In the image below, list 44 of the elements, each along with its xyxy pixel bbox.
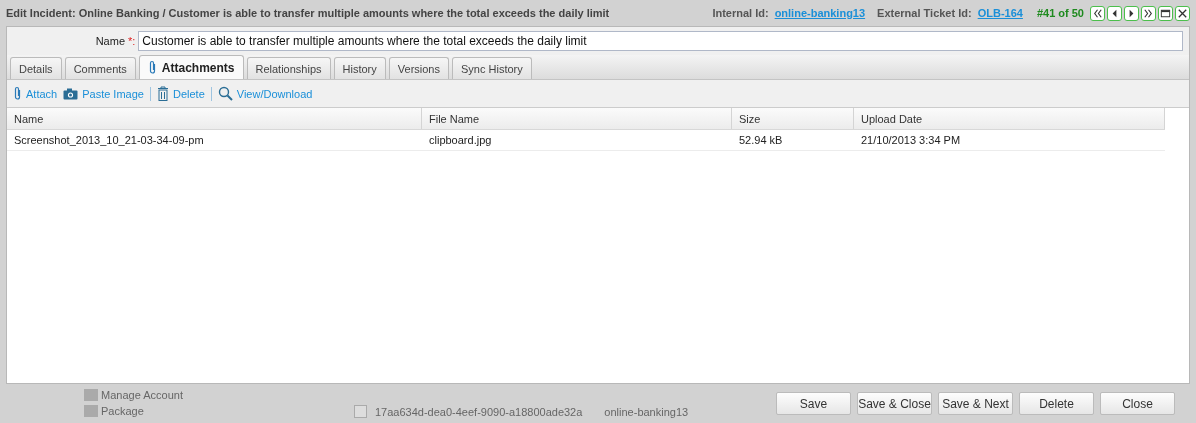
- column-header[interactable]: Name: [7, 108, 422, 129]
- column-header[interactable]: Size: [732, 108, 854, 129]
- tab[interactable]: Relationships: [246, 57, 331, 79]
- table-cell: online-banking13: [604, 405, 689, 418]
- tree-item: Manage Account: [101, 389, 183, 401]
- external-id-label: External Ticket Id:: [877, 7, 972, 19]
- tab[interactable]: History: [333, 57, 386, 79]
- paperclip-icon: [147, 60, 157, 75]
- folder-icon: [84, 389, 98, 401]
- folder-icon: [84, 405, 98, 417]
- dialog-button[interactable]: Save & Next: [938, 392, 1013, 415]
- tab[interactable]: Attachments: [138, 55, 244, 79]
- dialog-button[interactable]: Delete: [1019, 392, 1094, 415]
- paperclip-icon: [13, 86, 22, 101]
- table-cell: 52.94 kB: [732, 130, 854, 151]
- tab[interactable]: Comments: [64, 57, 136, 79]
- tab[interactable]: Sync History: [452, 57, 532, 79]
- required-mark: *:: [128, 35, 136, 47]
- first-page-icon[interactable]: [1090, 5, 1105, 21]
- previous-icon[interactable]: [1107, 5, 1122, 21]
- tab[interactable]: Details: [10, 57, 62, 79]
- dialog-button[interactable]: Close: [1100, 392, 1175, 415]
- internal-id-label: Internal Id:: [712, 7, 769, 19]
- name-field[interactable]: Customer is able to transfer multiple amounts where the total exceeds the daily limit: [138, 31, 1183, 51]
- table-cell: 21/10/2013 3:34 PM: [854, 130, 1165, 151]
- record-position: #41 of 50: [1036, 7, 1084, 19]
- next-icon[interactable]: [1124, 5, 1139, 21]
- table-cell: 17aa634d-dea0-4eef-9090-a18800ade32a: [375, 405, 583, 418]
- table-cell: Screenshot_2013_10_21-03-34-09-pm: [7, 130, 422, 151]
- name-label: Name: [94, 35, 125, 47]
- table-cell: clipboard.jpg: [422, 130, 732, 151]
- dialog-title: Edit Incident: Online Banking / Customer is able to transfer multiple amounts where the total exceeds the daily limit: [6, 7, 610, 19]
- last-page-icon[interactable]: [1141, 5, 1156, 21]
- trash-icon: [156, 86, 169, 101]
- dialog-button[interactable]: Save & Close: [857, 392, 932, 415]
- search-icon: [217, 86, 233, 101]
- column-header[interactable]: Upload Date: [854, 108, 1165, 129]
- dialog-button[interactable]: Save: [776, 392, 851, 415]
- maximize-icon[interactable]: [1158, 5, 1173, 21]
- camera-icon: [63, 87, 79, 100]
- tab[interactable]: Versions: [388, 57, 449, 79]
- column-header[interactable]: File Name: [422, 108, 732, 129]
- close-icon[interactable]: [1175, 5, 1190, 21]
- tree-item: Package: [101, 405, 144, 417]
